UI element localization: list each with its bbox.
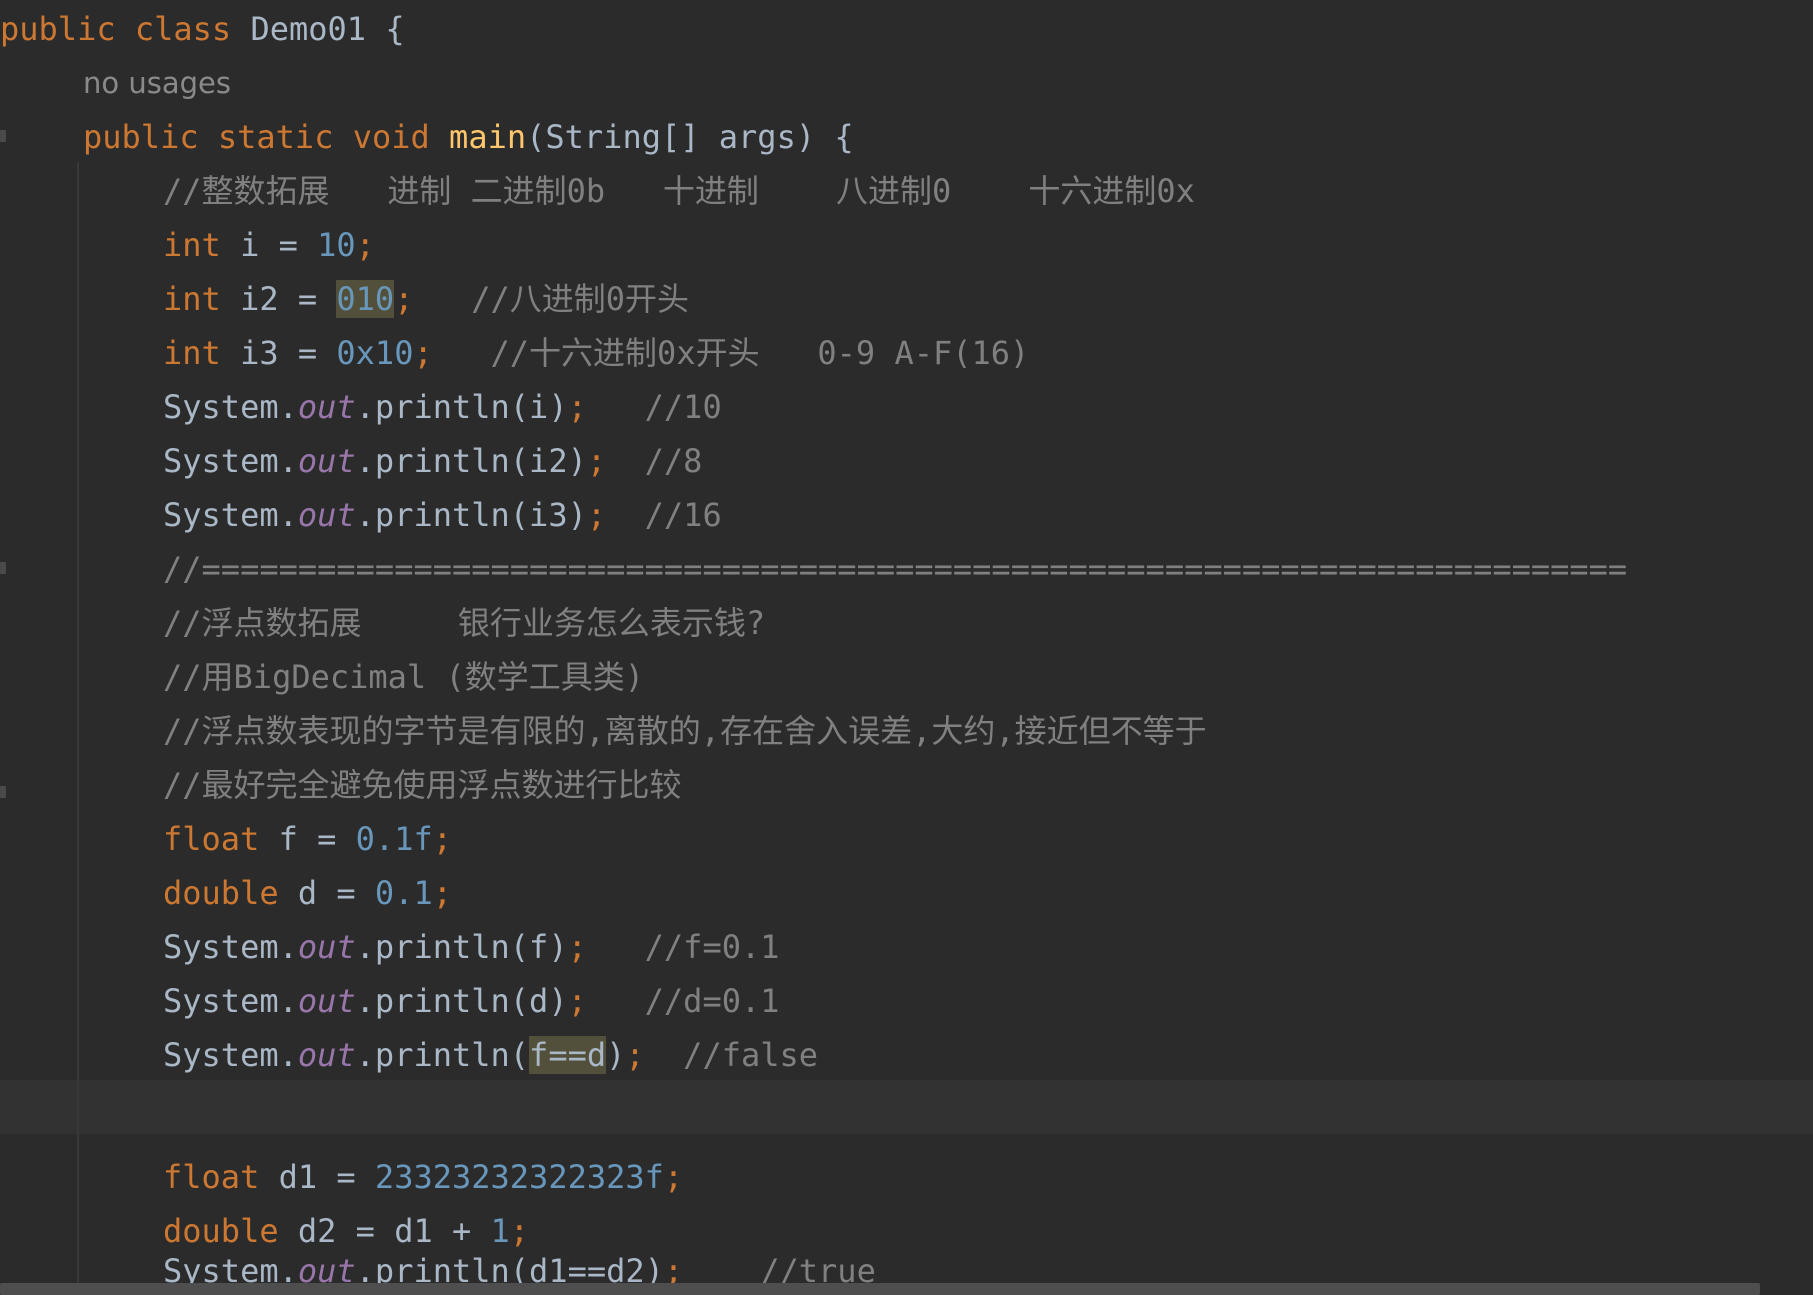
semicolon: ;	[586, 442, 607, 480]
comment: //false	[644, 1036, 819, 1074]
number-literal: 0.1f	[355, 820, 433, 858]
code-line-7[interactable]: int i3 = 0x10; //十六进制0x开头 0-9 A-F(16)	[163, 326, 1029, 380]
horizontal-scrollbar[interactable]	[0, 1283, 1760, 1295]
semicolon: ;	[432, 874, 452, 912]
current-line-highlight	[0, 1080, 1813, 1134]
keyword: double	[163, 874, 279, 912]
semicolon: ;	[625, 1036, 645, 1074]
code-line-19[interactable]: System.out.println(d); //d=0.1	[163, 974, 780, 1028]
comment: //10	[586, 388, 722, 426]
system-class: System.	[163, 928, 298, 966]
class-declaration: Demo01 {	[231, 10, 405, 48]
semicolon: ;	[663, 1158, 684, 1196]
code-line-15[interactable]: //最好完全避免使用浮点数进行比较	[163, 758, 682, 812]
static-field: out	[297, 1036, 356, 1074]
method-call: .println(i)	[355, 388, 568, 426]
semicolon: ;	[394, 280, 414, 318]
method-signature: (String[] args) {	[526, 118, 854, 156]
fold-marker[interactable]	[0, 562, 6, 574]
number-literal: 23323232322323f	[374, 1158, 664, 1196]
assignment: i3 =	[220, 334, 337, 372]
comment: //十六进制0x开头 0-9 A-F(16)	[432, 334, 1030, 372]
code-line-1[interactable]: public class Demo01 {	[0, 2, 405, 56]
code-line-6[interactable]: int i2 = 010; //八进制0开头	[163, 272, 689, 326]
static-field: out	[297, 928, 356, 966]
assignment: f =	[259, 820, 356, 858]
keyword: int	[163, 334, 221, 372]
semicolon: ;	[413, 334, 433, 372]
static-field: out	[297, 388, 356, 426]
number-literal: 0.1	[374, 874, 433, 912]
assignment: d =	[278, 874, 375, 912]
fold-marker[interactable]	[0, 130, 6, 142]
number-literal: 010	[336, 280, 395, 318]
code-line-14[interactable]: //浮点数表现的字节是有限的,离散的,存在舍入误差,大约,接近但不等于	[163, 704, 1207, 758]
system-class: System.	[163, 982, 298, 1020]
comment: //用BigDecimal (数学工具类)	[163, 658, 644, 696]
assignment: i =	[220, 226, 318, 264]
keyword: float	[163, 820, 260, 858]
method-call: .println(i3)	[355, 496, 587, 534]
comment: //16	[606, 496, 722, 534]
code-line-11[interactable]: //======================================…	[163, 542, 1627, 596]
method-call: .println(f)	[355, 928, 568, 966]
number-literal: 0x10	[336, 334, 414, 372]
comment: //f=0.1	[586, 928, 780, 966]
code-line-4[interactable]: //整数拓展 进制 二进制0b 十进制 八进制0 十六进制0x	[163, 164, 1195, 218]
semicolon: ;	[567, 982, 587, 1020]
semicolon: ;	[432, 820, 452, 858]
system-class: System.	[163, 496, 298, 534]
indent-guide	[77, 162, 79, 1295]
keyword: float	[163, 1158, 260, 1196]
code-line-12[interactable]: //浮点数拓展 银行业务怎么表示钱?	[163, 596, 765, 650]
system-class: System.	[163, 442, 298, 480]
static-field: out	[297, 442, 356, 480]
keyword: public class	[0, 10, 232, 48]
system-class: System.	[163, 388, 298, 426]
comment-separator: //======================================…	[163, 550, 1628, 588]
comment: //整数拓展 进制 二进制0b 十进制 八进制0 十六进制0x	[163, 172, 1195, 210]
semicolon: ;	[586, 496, 607, 534]
assignment: i2 =	[220, 280, 337, 318]
comment: //浮点数表现的字节是有限的,离散的,存在舍入误差,大约,接近但不等于	[163, 712, 1207, 750]
comment: //最好完全避免使用浮点数进行比较	[163, 766, 682, 804]
code-line-18[interactable]: System.out.println(f); //f=0.1	[163, 920, 780, 974]
code-line-17[interactable]: double d = 0.1;	[163, 866, 452, 920]
system-class: System.	[163, 1036, 298, 1074]
code-line-22[interactable]: float d1 = 23323232322323f;	[163, 1150, 683, 1204]
assignment: d1 =	[259, 1158, 375, 1196]
static-field: out	[297, 496, 356, 534]
code-line-3[interactable]: public static void main(String[] args) {	[83, 110, 854, 164]
usages-hint[interactable]: no usages	[83, 60, 231, 106]
code-editor[interactable]: public class Demo01 { no usages public s…	[0, 0, 1813, 1295]
code-line-10[interactable]: System.out.println(i3); //16	[163, 488, 722, 542]
code-line-20[interactable]: System.out.println(f==d); //false	[163, 1028, 818, 1082]
method-name: main	[449, 118, 527, 156]
semicolon: ;	[355, 226, 375, 264]
keyword: int	[163, 280, 221, 318]
method-call: )	[606, 1036, 626, 1074]
code-line-8[interactable]: System.out.println(i); //10	[163, 380, 722, 434]
keyword: public static void	[83, 118, 430, 156]
method-call: .println(d)	[355, 982, 568, 1020]
semicolon: ;	[567, 928, 587, 966]
comment: //d=0.1	[586, 982, 780, 1020]
highlighted-expression: f==d	[529, 1036, 607, 1074]
semicolon: ;	[567, 388, 587, 426]
fold-marker[interactable]	[0, 786, 6, 798]
code-line-16[interactable]: float f = 0.1f;	[163, 812, 452, 866]
code-line-9[interactable]: System.out.println(i2); //8	[163, 434, 702, 488]
number-literal: 10	[317, 226, 356, 264]
comment: //8	[606, 442, 703, 480]
comment: //浮点数拓展 银行业务怎么表示钱?	[163, 604, 766, 642]
static-field: out	[297, 982, 356, 1020]
code-line-5[interactable]: int i = 10;	[163, 218, 375, 272]
code-line-13[interactable]: //用BigDecimal (数学工具类)	[163, 650, 644, 704]
comment: //八进制0开头	[413, 280, 690, 318]
keyword: int	[163, 226, 221, 264]
method-call: .println(i2)	[355, 442, 587, 480]
method-call: .println(	[355, 1036, 530, 1074]
